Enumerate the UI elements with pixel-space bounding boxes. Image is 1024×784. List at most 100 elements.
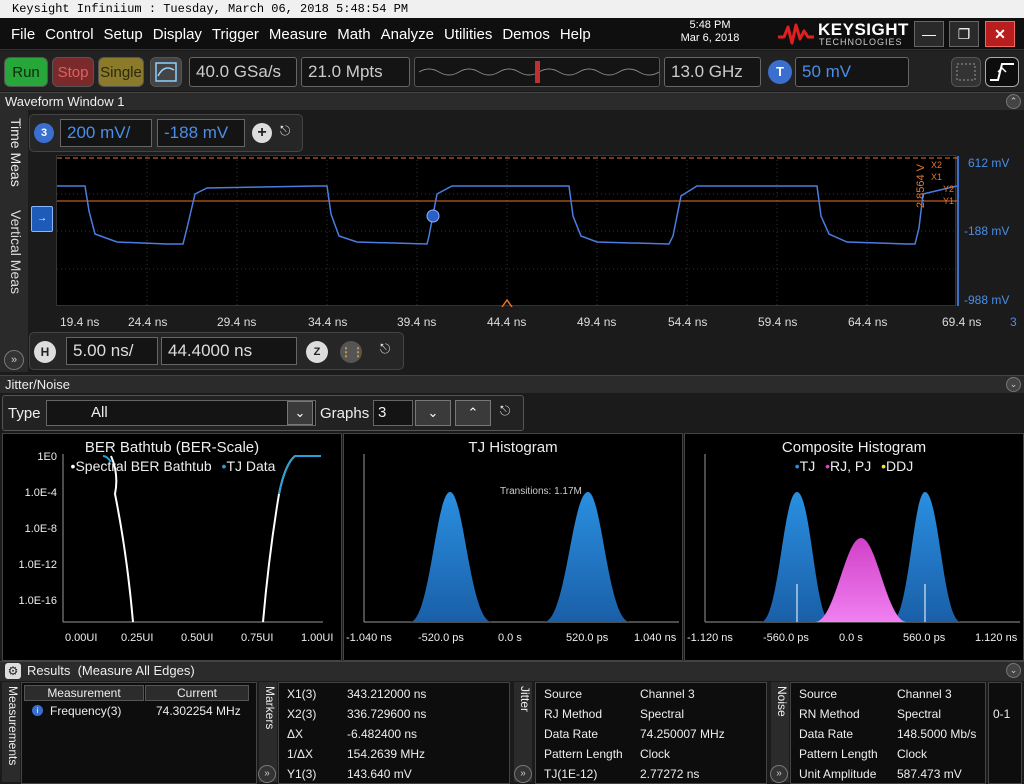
tab-vertical-meas[interactable]: Vertical Meas bbox=[4, 210, 24, 322]
maximize-button[interactable]: ❐ bbox=[949, 21, 979, 47]
expand-markers-button[interactable]: » bbox=[258, 765, 276, 783]
measurement-column-header[interactable]: Measurement bbox=[24, 685, 144, 701]
collapse-waveform-button[interactable]: ⌃ bbox=[1006, 94, 1021, 109]
close-icon: ✕ bbox=[994, 26, 1006, 42]
vertical-scale-field[interactable]: 200 mV/ bbox=[60, 119, 152, 147]
menu-analyze[interactable]: Analyze bbox=[381, 26, 434, 43]
chevron-right-icon: » bbox=[520, 768, 526, 779]
horizontal-position-field[interactable]: 44.4000 ns bbox=[161, 337, 297, 365]
waveform-graticule[interactable]: 2.8564 V X2 X1 Y2 Y1 bbox=[56, 155, 957, 307]
x-tick: -1.120 ns bbox=[687, 632, 733, 644]
single-button[interactable]: Single bbox=[98, 57, 144, 87]
time-tick: 24.4 ns bbox=[128, 315, 168, 329]
results-subtitle: (Measure All Edges) bbox=[77, 663, 195, 678]
marker-key: X2(3) bbox=[287, 707, 317, 721]
minimize-button[interactable]: — bbox=[914, 21, 944, 47]
run-button[interactable]: Run bbox=[4, 57, 48, 87]
noise-summary-table: Source Channel 3 RN Method Spectral Data R… bbox=[790, 682, 986, 784]
type-value: All bbox=[91, 404, 108, 421]
ber-bathtub-chart[interactable]: BER Bathtub (BER-Scale) •Spectral BER Ba… bbox=[2, 433, 342, 661]
noise-value: Clock bbox=[897, 747, 928, 761]
channel-badge[interactable]: 3 bbox=[34, 123, 54, 143]
type-label: Type bbox=[8, 405, 41, 422]
results-title: Results bbox=[27, 663, 71, 678]
acquire-settings-button[interactable]: ⋮⋮ bbox=[340, 341, 364, 363]
collapse-results-button[interactable]: ⌄ bbox=[1006, 663, 1021, 678]
graphs-field[interactable]: 3 bbox=[373, 400, 413, 426]
type-select[interactable]: All bbox=[46, 400, 316, 426]
x-tick: 1.00UI bbox=[301, 632, 334, 644]
autoscale-icon bbox=[155, 62, 177, 82]
menu-utilities[interactable]: Utilities bbox=[444, 26, 492, 43]
expand-noise-button[interactable]: » bbox=[770, 765, 788, 783]
sample-rate-field[interactable]: 40.0 GSa/s bbox=[189, 57, 297, 87]
jitter-value: Clock bbox=[640, 747, 671, 761]
marker-tag-x1[interactable]: X1 bbox=[931, 172, 942, 182]
add-waveform-button[interactable]: + bbox=[252, 123, 272, 143]
marker-tag-y1[interactable]: Y1 bbox=[943, 196, 954, 206]
menu-measure[interactable]: Measure bbox=[269, 26, 327, 43]
time-tick: 54.4 ns bbox=[668, 315, 708, 329]
menu-display[interactable]: Display bbox=[153, 26, 202, 43]
x-tick: 1.040 ns bbox=[634, 632, 677, 644]
tj-histogram-chart[interactable]: TJ Histogram Transitions: 1.17M -1.040 n… bbox=[343, 433, 683, 661]
autoscale-button[interactable] bbox=[150, 57, 182, 87]
table-row[interactable]: i Frequency(3) 74.302254 MHz bbox=[24, 703, 254, 719]
stop-button[interactable]: Stop bbox=[52, 57, 94, 87]
minimize-icon: — bbox=[922, 26, 936, 42]
menu-trigger[interactable]: Trigger bbox=[212, 26, 259, 43]
graphs-decrease-button[interactable]: ⌄ bbox=[415, 400, 451, 426]
volt-label-bottom: -988 mV bbox=[964, 293, 1010, 307]
bandwidth-field[interactable]: 13.0 GHz bbox=[664, 57, 761, 87]
vertical-offset-field[interactable]: -188 mV bbox=[157, 119, 245, 147]
menu-control[interactable]: Control bbox=[45, 26, 93, 43]
composite-histogram-chart[interactable]: Composite Histogram •TJ •RJ, PJ •DDJ -1.… bbox=[684, 433, 1024, 661]
chevron-down-icon: ⌄ bbox=[294, 405, 306, 420]
menu-file[interactable]: File bbox=[11, 26, 35, 43]
jitter-panel-header: Jitter/Noise ⌄ bbox=[0, 375, 1024, 393]
expand-jitter-button[interactable]: » bbox=[514, 765, 532, 783]
clock-date: Mar 6, 2018 bbox=[680, 32, 740, 44]
close-button[interactable]: ✕ bbox=[985, 21, 1015, 47]
time-tick: 69.4 ns bbox=[942, 315, 982, 329]
results-panel: ⚙ Results (Measure All Edges) ⌄ Measureme… bbox=[0, 661, 1024, 784]
menu-help[interactable]: Help bbox=[560, 26, 591, 43]
jitter-panel: Type All ⌄ Graphs 3 ⌄ ⌃ ⎋ BER Bathtub (B… bbox=[0, 393, 1024, 661]
trigger-level-field[interactable]: 50 mV bbox=[795, 57, 909, 87]
measure-tool-button[interactable] bbox=[951, 57, 981, 87]
trigger-badge[interactable]: T bbox=[768, 60, 792, 84]
timebase-navigator[interactable] bbox=[414, 57, 660, 87]
menu-demos[interactable]: Demos bbox=[502, 26, 550, 43]
waveform-window-header: Waveform Window 1 ⌃ bbox=[0, 92, 1024, 110]
graphs-value: 3 bbox=[378, 404, 387, 421]
clock-time: 5:48 PM bbox=[689, 19, 731, 31]
menu-setup[interactable]: Setup bbox=[104, 26, 143, 43]
pin-button[interactable]: ⎋ bbox=[280, 123, 296, 143]
horizontal-scale-field[interactable]: 5.00 ns/ bbox=[66, 337, 158, 365]
results-header: ⚙ Results (Measure All Edges) ⌄ bbox=[0, 661, 1024, 681]
graphs-increase-button[interactable]: ⌃ bbox=[455, 400, 491, 426]
type-dropdown-button[interactable]: ⌄ bbox=[287, 401, 313, 425]
plus-icon: + bbox=[257, 124, 267, 141]
tab-measurements[interactable]: Measurements bbox=[2, 682, 20, 782]
x-tick: 560.0 ps bbox=[903, 632, 946, 644]
horizontal-badge[interactable]: H bbox=[34, 341, 56, 363]
marker-tag-x2[interactable]: X2 bbox=[931, 160, 942, 170]
gear-icon[interactable]: ⚙ bbox=[5, 663, 21, 679]
trigger-edge-button[interactable] bbox=[985, 57, 1019, 87]
current-column-header[interactable]: Current bbox=[145, 685, 249, 701]
memory-depth-field[interactable]: 21.0 Mpts bbox=[301, 57, 410, 87]
markers-table: X1(3) 343.212000 ns X2(3) 336.729600 ns ΔX… bbox=[278, 682, 510, 784]
expand-side-button[interactable]: » bbox=[4, 350, 24, 370]
channel-ground-marker[interactable]: → bbox=[31, 206, 53, 232]
collapse-jitter-button[interactable]: ⌄ bbox=[1006, 377, 1021, 392]
jitter-value: 74.250007 MHz bbox=[640, 727, 725, 741]
marker-tag-y2[interactable]: Y2 bbox=[943, 184, 954, 194]
horizontal-control-bar: H 5.00 ns/ 44.4000 ns Z ⋮⋮ ⎋ bbox=[29, 332, 404, 370]
menu-math[interactable]: Math bbox=[337, 26, 370, 43]
tab-time-meas[interactable]: Time Meas bbox=[4, 118, 24, 208]
horizontal-pin-button[interactable]: ⎋ bbox=[380, 341, 396, 361]
zoom-button[interactable]: Z bbox=[306, 341, 328, 363]
pin-icon: ⎋ bbox=[280, 123, 291, 138]
jitter-pin-button[interactable]: ⎋ bbox=[500, 403, 516, 423]
